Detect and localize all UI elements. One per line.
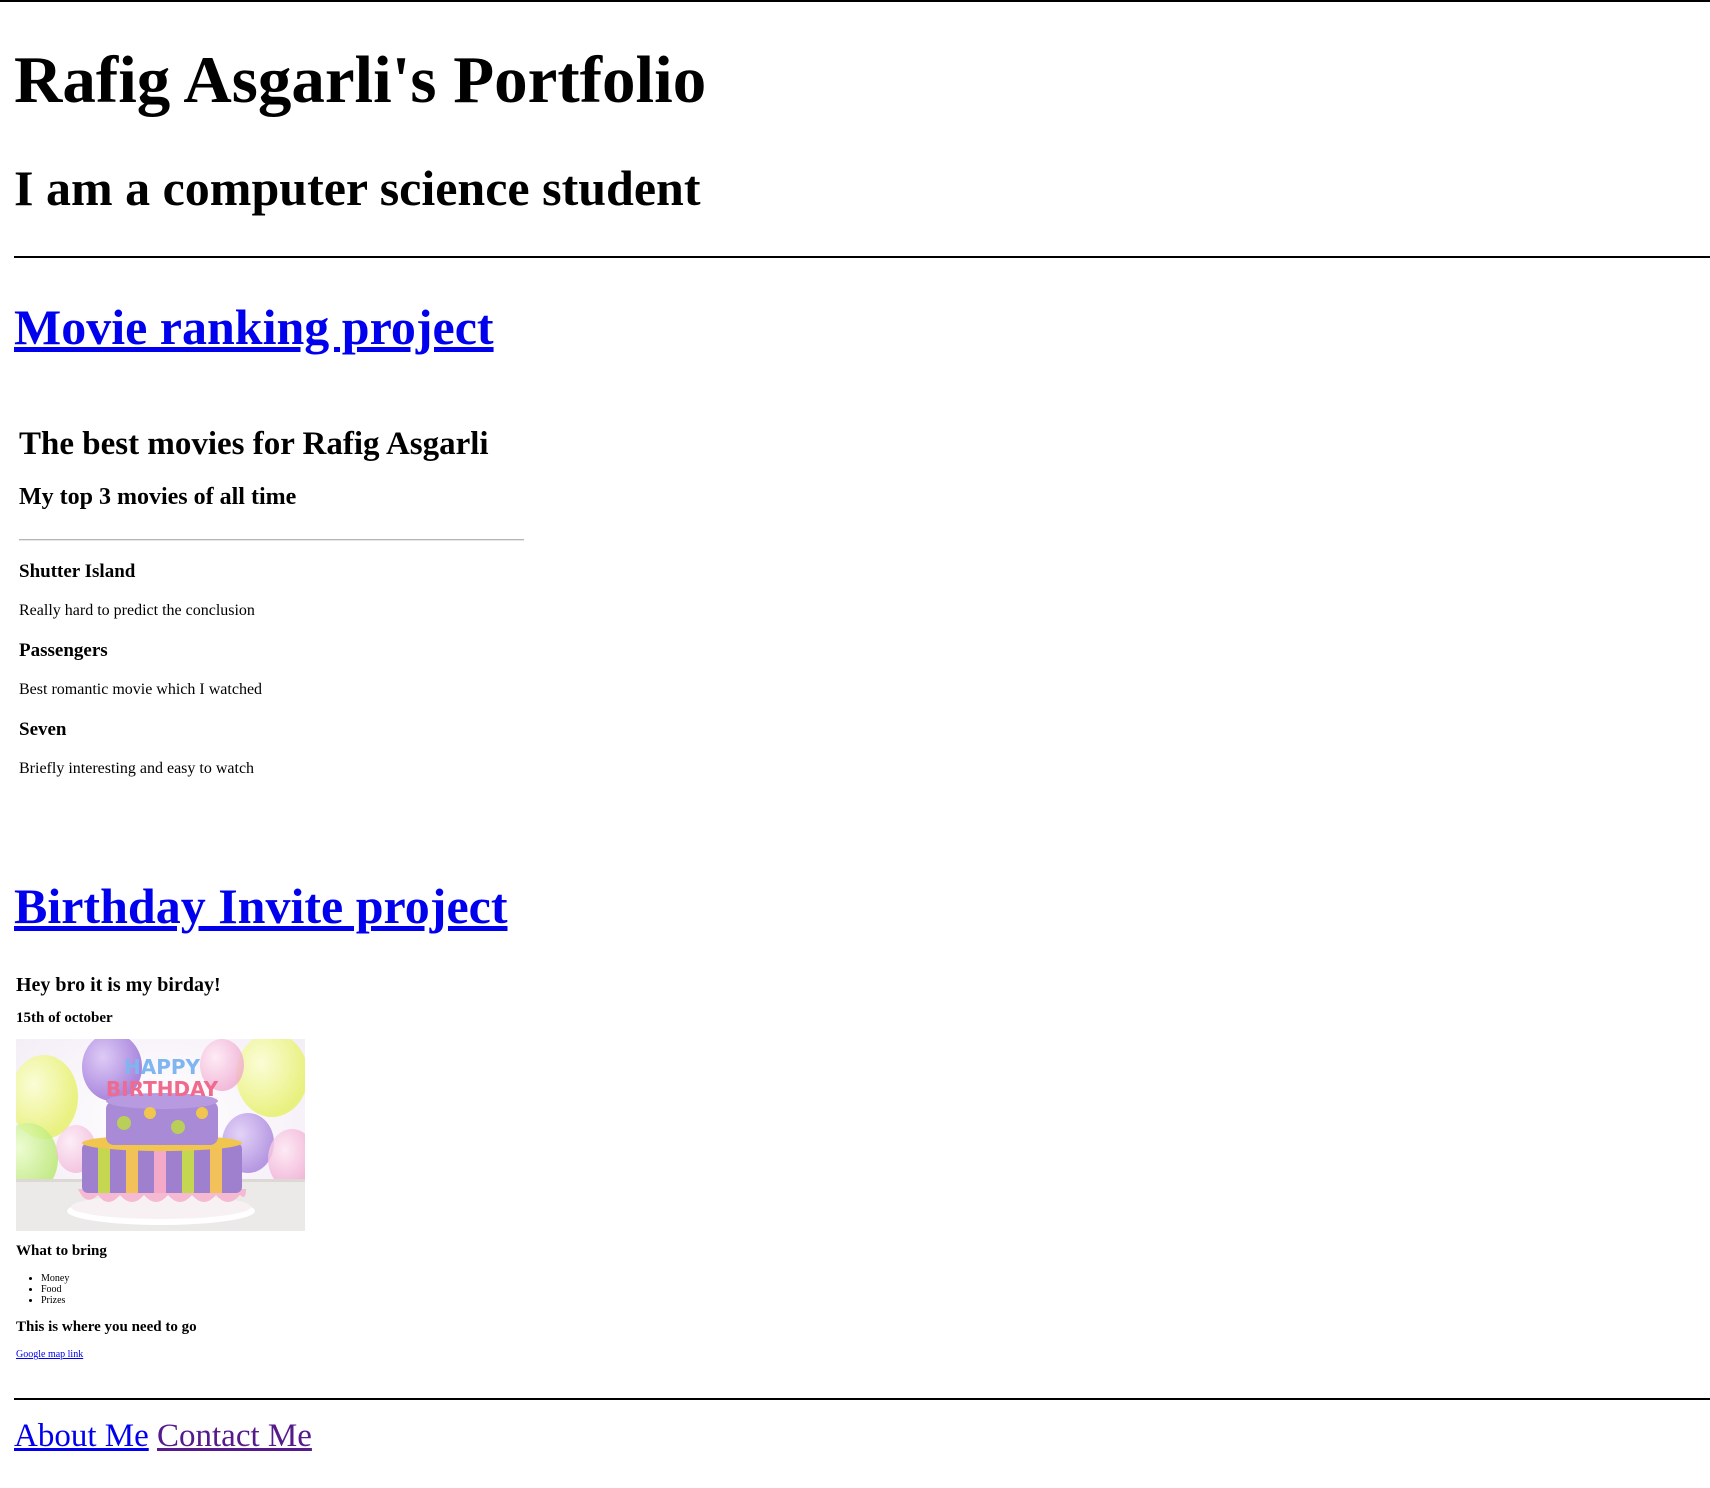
- movie-description-3: Briefly interesting and easy to watch: [19, 760, 255, 777]
- movie-divider: [19, 539, 524, 541]
- birthday-date: 15th of october: [16, 1010, 113, 1026]
- list-item: Food: [41, 1284, 69, 1295]
- birthday-project-heading: Birthday Invite project: [14, 876, 507, 936]
- movie-project-link[interactable]: Movie ranking project: [14, 299, 494, 355]
- birthday-cake-image: HAPPY BIRTHDAY: [16, 1039, 305, 1231]
- movie-title-2: Passengers: [19, 640, 108, 661]
- bring-heading: What to bring: [16, 1243, 107, 1259]
- window-top-border: [0, 0, 1710, 2]
- google-map-link[interactable]: Google map link: [16, 1349, 83, 1360]
- birthday-page-title: Hey bro it is my birday!: [16, 974, 221, 996]
- movie-description-1: Really hard to predict the conclusion: [19, 602, 255, 619]
- cake-topper-text-1: HAPPY: [124, 1055, 201, 1079]
- movie-title-1: Shutter Island: [19, 561, 136, 582]
- footer-divider: [14, 1398, 1710, 1400]
- list-item: Money: [41, 1273, 69, 1284]
- contact-me-link[interactable]: Contact Me: [157, 1418, 312, 1454]
- location-heading: This is where you need to go: [16, 1319, 197, 1335]
- movie-title-3: Seven: [19, 719, 67, 740]
- movie-page-title: The best movies for Rafig Asgarli: [19, 426, 489, 462]
- birthday-project-link[interactable]: Birthday Invite project: [14, 878, 507, 934]
- bring-list: Money Food Prizes: [16, 1273, 69, 1306]
- cake-topper-text-2: BIRTHDAY: [106, 1077, 219, 1101]
- map-link-line: Google map link: [16, 1349, 83, 1361]
- movie-page-subtitle: My top 3 movies of all time: [19, 484, 297, 510]
- page-subtitle: I am a computer science student: [14, 160, 701, 216]
- about-me-link[interactable]: About Me: [14, 1418, 149, 1454]
- header-divider: [14, 256, 1710, 258]
- footer-nav: About Me Contact Me: [14, 1416, 312, 1456]
- page-title: Rafig Asgarli's Portfolio: [14, 43, 707, 117]
- movie-description-2: Best romantic movie which I watched: [19, 681, 263, 698]
- movie-project-heading: Movie ranking project: [14, 297, 494, 357]
- list-item: Prizes: [41, 1295, 69, 1306]
